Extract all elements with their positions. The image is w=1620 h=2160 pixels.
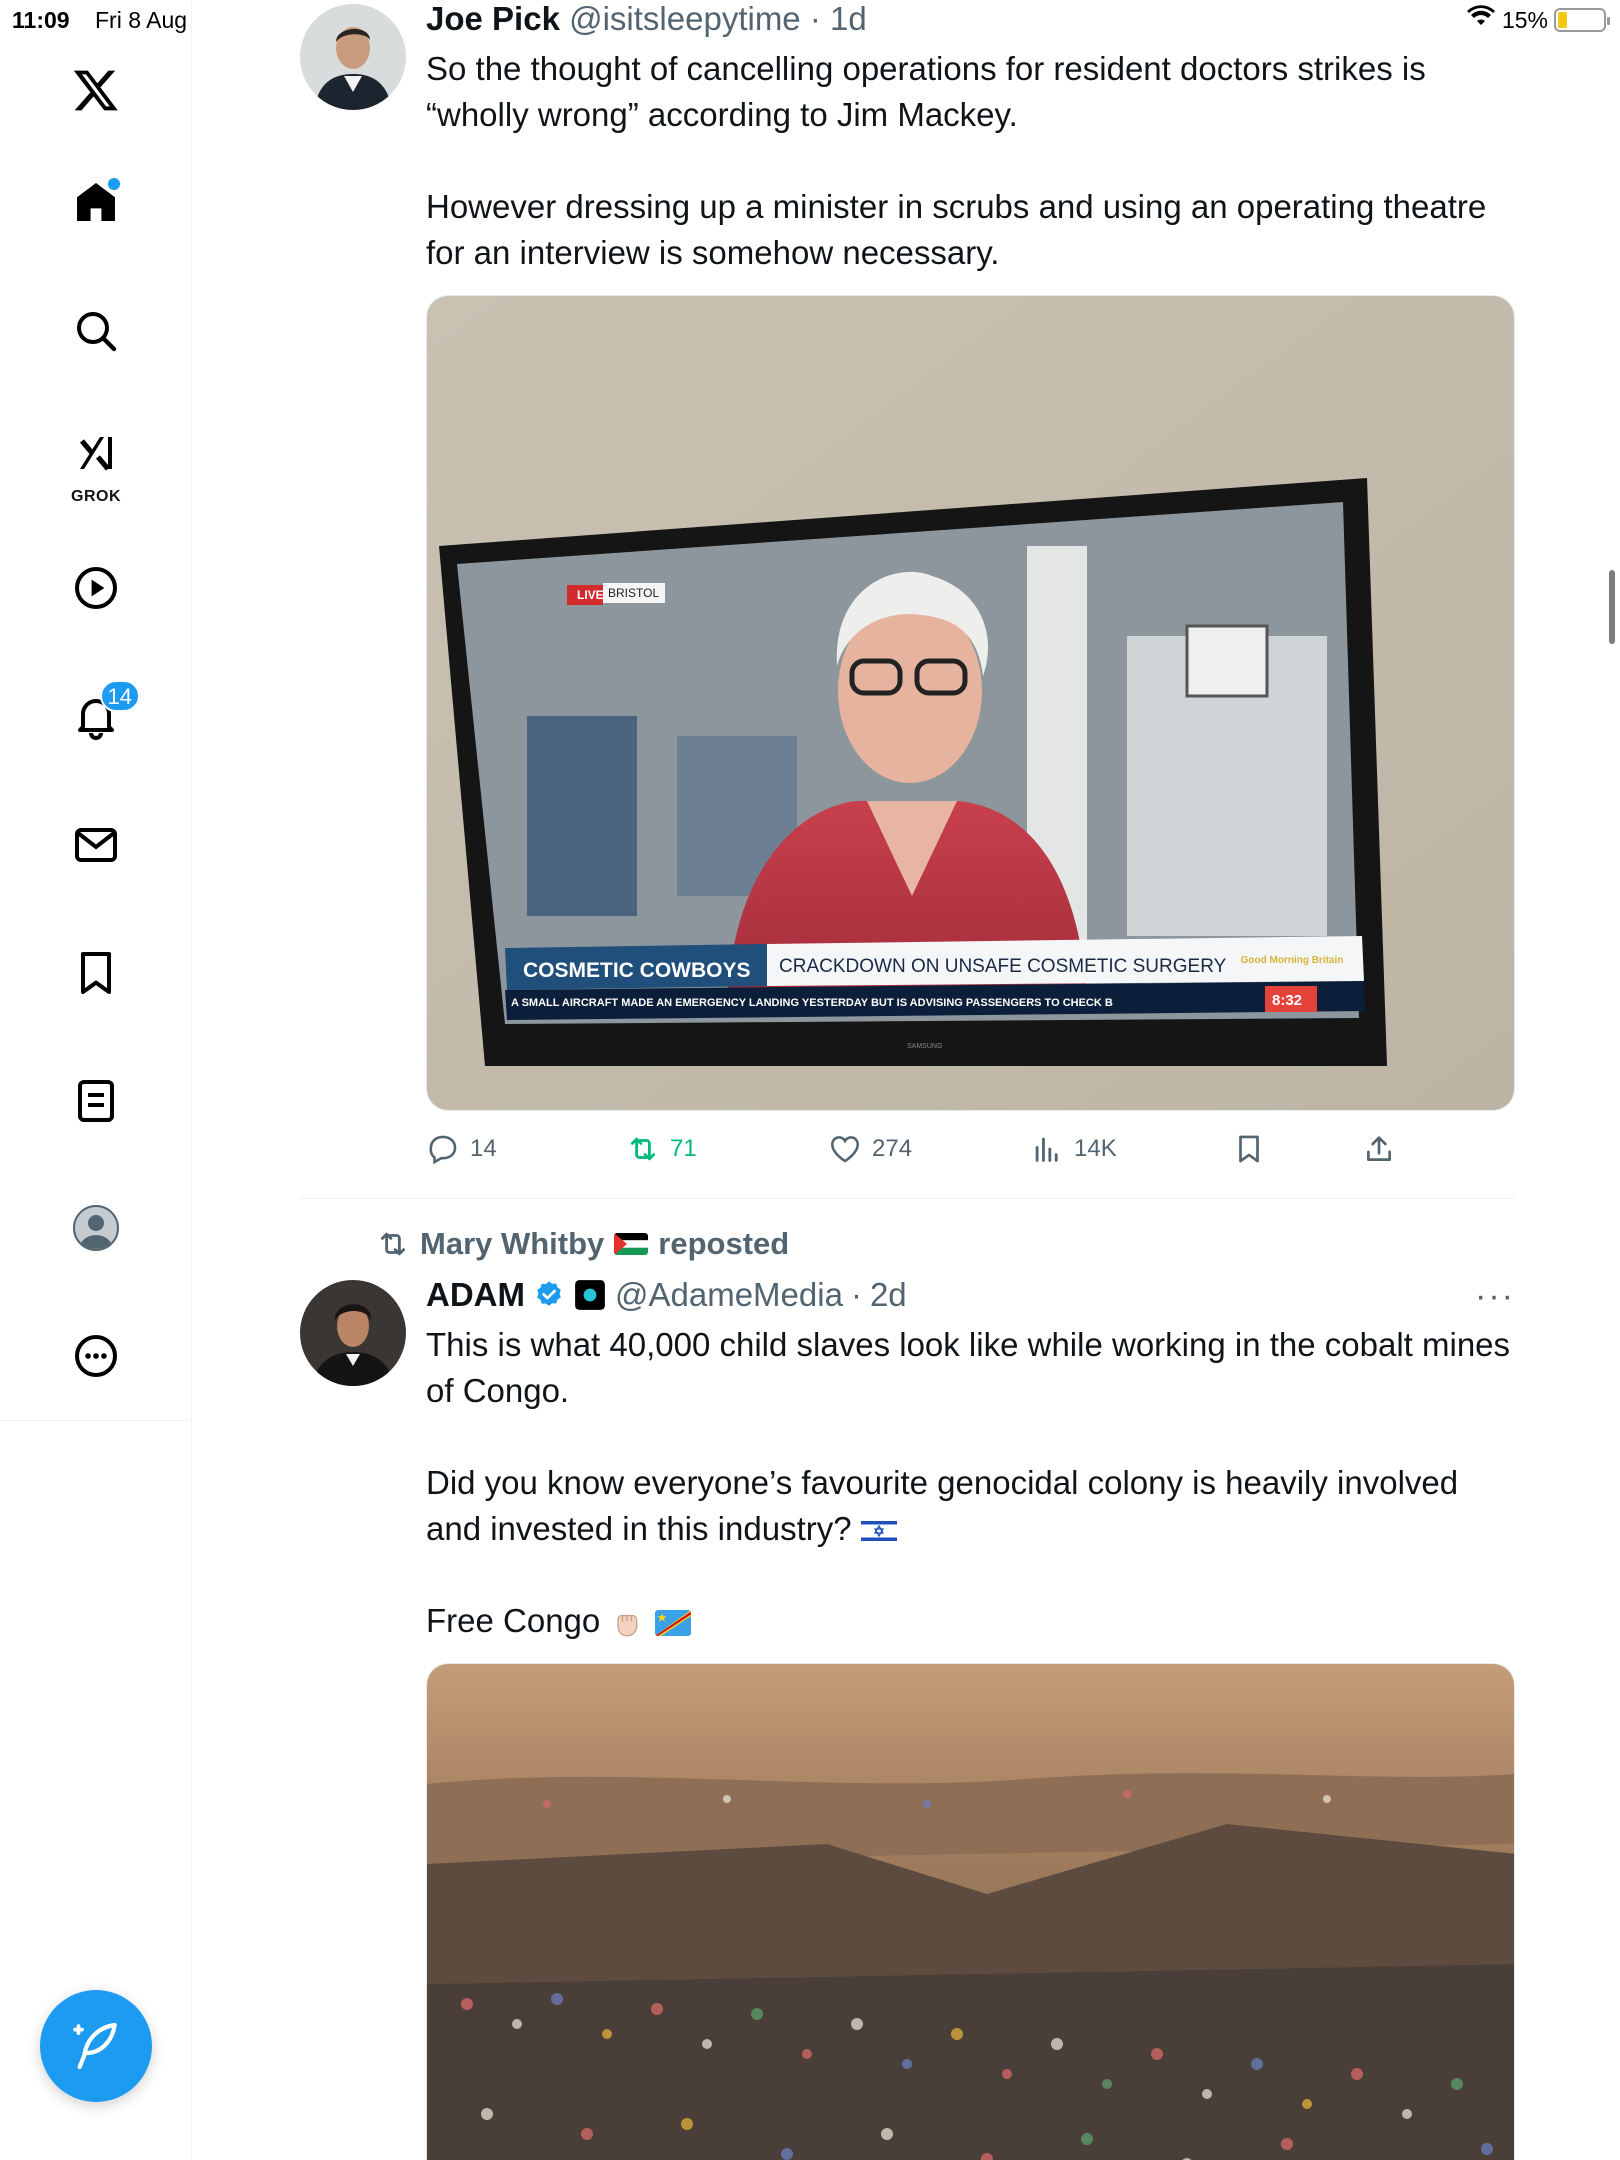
post-time[interactable]: 1d [830, 0, 867, 37]
compose-feather-icon [73, 2022, 117, 2070]
header-separator: · [850, 1276, 862, 1313]
messages-icon[interactable] [56, 805, 136, 885]
sidebar-divider [0, 1420, 192, 1421]
reply-count: 14 [470, 1135, 497, 1162]
like-count: 274 [872, 1135, 913, 1162]
bookmarks-icon[interactable] [56, 933, 136, 1013]
views-button[interactable]: 14K [1030, 1127, 1117, 1171]
wifi-icon [1466, 5, 1496, 35]
view-count: 14K [1074, 1135, 1117, 1162]
repost-context[interactable]: Mary Whitby reposted [376, 1226, 789, 1262]
x-logo-icon[interactable] [56, 50, 136, 130]
bookmark-button[interactable] [1232, 1127, 1266, 1171]
palestine-flag-icon [614, 1233, 649, 1255]
live-tag: LIVE [577, 588, 604, 602]
author-name[interactable]: ADAM [426, 1276, 525, 1314]
grok-label: GROK [71, 488, 121, 505]
post-time[interactable]: 2d [870, 1276, 907, 1314]
status-right: 15% [1466, 5, 1610, 35]
post-paragraph: However dressing up a minister in scrubs… [426, 188, 1487, 271]
post-paragraph-text: Did you know everyone’s favourite genoci… [426, 1464, 1459, 1547]
post-header: Joe Pick @isitsleepytime · 1d [426, 0, 867, 38]
header-separator: · [800, 0, 830, 37]
tv-photo: LIVE BRISTOL COSMETIC COWBOYS CRACKDOWN … [427, 296, 1514, 1110]
grok-icon[interactable]: GROK [56, 420, 136, 505]
compose-post-button[interactable] [40, 1990, 152, 2102]
share-icon [1367, 1136, 1391, 1161]
author-name[interactable]: Joe Pick [426, 0, 560, 37]
post-paragraph-text: Free Congo [426, 1602, 601, 1639]
repost-count: 71 [670, 1135, 697, 1162]
home-icon[interactable] [56, 162, 136, 242]
post-paragraph: So the thought of cancelling operations … [426, 50, 1426, 133]
congo-flag-icon [654, 1610, 691, 1637]
author-handle[interactable]: @isitsleepytime [569, 0, 801, 37]
avatar[interactable] [300, 1280, 406, 1386]
post-paragraph: Did you know everyone’s favourite genoci… [426, 1460, 1515, 1552]
like-button[interactable]: 274 [828, 1127, 912, 1171]
lists-icon[interactable] [56, 1061, 136, 1141]
notifications-badge: 14 [99, 680, 140, 712]
post-actions: 14 71 274 14K [426, 1127, 1426, 1171]
post-separator [300, 1198, 1515, 1199]
post-paragraph: Free Congo [426, 1598, 1515, 1644]
profile-avatar-icon[interactable] [56, 1188, 136, 1268]
share-button[interactable] [1362, 1127, 1396, 1171]
battery-icon [1554, 8, 1610, 32]
more-menu-button[interactable]: ··· [1475, 1277, 1515, 1316]
scroll-indicator[interactable] [1609, 570, 1615, 644]
brand-label: Good Morning Britain [1241, 955, 1344, 966]
headline-right: CRACKDOWN ON UNSAFE COSMETIC SURGERY [779, 956, 1227, 977]
heart-icon [830, 1136, 860, 1163]
bookmark-icon [1239, 1135, 1259, 1163]
mine-photo [427, 1664, 1514, 2160]
location-tag: BRISTOL [608, 586, 659, 600]
sidebar: GROK 14 [0, 0, 192, 2160]
repost-icon [630, 1137, 656, 1161]
more-options-icon[interactable] [56, 1316, 136, 1396]
battery-percent: 15% [1501, 6, 1548, 33]
post-paragraph: This is what 40,000 child slaves look li… [426, 1326, 1511, 1409]
affiliate-badge-icon [575, 1280, 605, 1310]
reposted-label: reposted [658, 1226, 790, 1261]
notifications-icon[interactable]: 14 [56, 676, 140, 756]
repost-icon [380, 1232, 406, 1256]
post-image-tv[interactable]: LIVE BRISTOL COSMETIC COWBOYS CRACKDOWN … [426, 295, 1515, 1111]
repost-button[interactable]: 71 [626, 1127, 697, 1171]
views-icon [1035, 1137, 1058, 1162]
tv-brand: SAMSUNG [907, 1043, 942, 1050]
unread-dot [108, 178, 120, 190]
search-icon[interactable] [56, 291, 136, 371]
reply-button[interactable]: 14 [426, 1127, 497, 1171]
verified-badge-icon [537, 1281, 561, 1306]
ticker-text: A SMALL AIRCRAFT MADE AN EMERGENCY LANDI… [511, 997, 1113, 1009]
clock-text: 8:32 [1272, 992, 1302, 1009]
avatar[interactable] [300, 4, 406, 110]
raised-fist-icon [617, 1615, 638, 1637]
reply-icon [429, 1135, 457, 1165]
video-icon[interactable] [56, 548, 136, 628]
post-image-mine[interactable] [426, 1663, 1515, 2160]
post-text: So the thought of cancelling operations … [426, 46, 1515, 276]
post-header: ADAM @AdameMedia · 2d [426, 1276, 907, 1314]
israel-flag-icon [860, 1518, 897, 1545]
headline-left: COSMETIC COWBOYS [523, 959, 751, 982]
post-text: This is what 40,000 child slaves look li… [426, 1322, 1515, 1644]
reposted-by-name[interactable]: Mary Whitby [420, 1226, 604, 1262]
author-handle[interactable]: @AdameMedia [615, 1276, 843, 1314]
